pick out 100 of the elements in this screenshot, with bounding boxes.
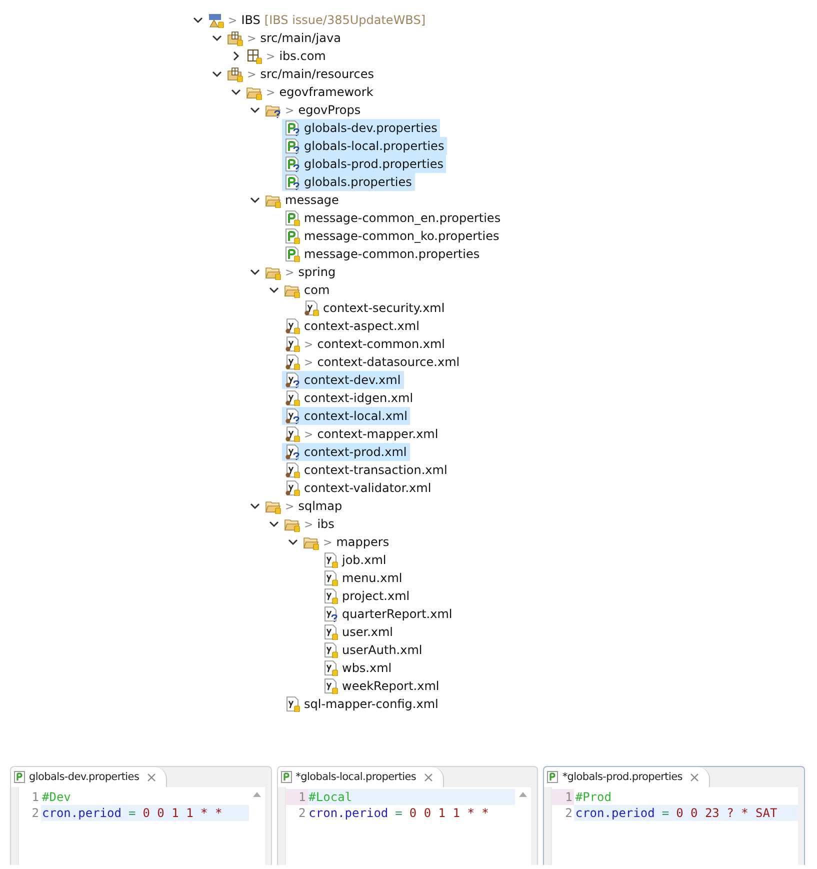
editor-tab[interactable]: *globals-local.properties — [278, 767, 444, 787]
change-marker: > — [247, 68, 256, 80]
properties-file-icon — [284, 210, 300, 226]
xml-file-icon — [284, 696, 300, 712]
close-icon[interactable] — [690, 772, 700, 782]
line-number: 2 — [552, 805, 574, 821]
properties-file-icon — [284, 246, 300, 262]
xml-file-icon — [284, 390, 300, 406]
properties-file-icon — [547, 771, 558, 783]
xml-file-icon — [322, 552, 338, 568]
package-icon — [246, 48, 262, 64]
tree-item[interactable]: globals-prod.properties — [282, 155, 446, 173]
xml-file-icon — [322, 588, 338, 604]
tree-item[interactable]: userAuth.xml — [320, 641, 426, 659]
code-line: #Dev — [41, 790, 71, 804]
xml-file-icon — [284, 354, 300, 370]
change-marker: > — [323, 536, 332, 548]
tree-item[interactable]: message-common.properties — [282, 245, 483, 263]
xml-file-icon — [322, 678, 338, 694]
tree-item[interactable]: message-common_en.properties — [282, 209, 504, 227]
chevron-right-icon[interactable] — [231, 51, 241, 61]
editor-tab[interactable]: globals-dev.properties — [11, 767, 168, 787]
tree-item[interactable]: com — [282, 281, 333, 299]
tree-item[interactable]: weekReport.xml — [320, 677, 442, 695]
tree-item[interactable]: context-dev.xml — [282, 371, 404, 389]
close-icon[interactable] — [424, 772, 434, 782]
tree-item[interactable]: > src/main/resources — [225, 65, 377, 83]
tree-item[interactable]: > sqlmap — [263, 497, 346, 515]
change-marker: > — [247, 32, 256, 44]
tree-item[interactable]: user.xml — [320, 623, 396, 641]
xml-file-icon — [284, 444, 300, 460]
tree-item[interactable]: > mappers — [301, 533, 392, 551]
change-marker: > — [304, 338, 314, 350]
tree-item[interactable]: > spring — [263, 263, 339, 281]
tree-item[interactable]: > egovframework — [244, 83, 376, 101]
xml-file-icon — [284, 372, 300, 388]
tree-item[interactable]: job.xml — [320, 551, 390, 569]
xml-file-icon — [284, 336, 300, 352]
source-folder-icon — [227, 66, 243, 82]
tree-item[interactable]: globals-local.properties — [282, 137, 448, 155]
tree-item[interactable]: context-prod.xml — [282, 443, 410, 461]
tree-item[interactable]: quarterReport.xml — [320, 605, 456, 623]
code-line: #Local — [308, 790, 352, 804]
code-line: cron.period = 0 0 23 ? * SAT — [574, 806, 778, 820]
properties-file-icon — [284, 156, 300, 172]
tree-item[interactable]: menu.xml — [320, 569, 406, 587]
code-line: #Prod — [574, 790, 612, 804]
tree-item[interactable]: > ibs.com — [244, 47, 329, 65]
tree-item[interactable]: message-common_ko.properties — [282, 227, 502, 245]
change-marker: > — [285, 104, 294, 116]
properties-file-icon — [284, 228, 300, 244]
tree-item[interactable]: project.xml — [320, 587, 413, 605]
properties-file-icon — [280, 771, 292, 783]
tree-item[interactable]: context-transaction.xml — [282, 461, 450, 479]
properties-file-icon — [14, 771, 25, 783]
xml-file-icon — [284, 318, 300, 334]
close-icon[interactable] — [147, 772, 156, 782]
tree-item[interactable]: globals-dev.properties — [282, 119, 440, 137]
change-marker: > — [266, 86, 276, 98]
tree-item[interactable]: context-aspect.xml — [282, 317, 422, 335]
xml-file-icon — [284, 408, 300, 424]
code-line: cron.period = 0 0 1 1 * * — [308, 806, 489, 820]
tree-item[interactable]: > src/main/java — [225, 29, 344, 47]
tree-item[interactable]: > context-common.xml — [282, 335, 448, 353]
tree-item[interactable]: > context-mapper.xml — [282, 425, 442, 443]
xml-file-icon — [322, 606, 338, 622]
xml-file-icon — [322, 642, 338, 658]
change-marker: > — [285, 266, 294, 278]
tree-item[interactable]: message — [263, 191, 342, 209]
branch-label: [IBS issue/385UpdateWBS] — [264, 13, 426, 27]
change-marker: > — [266, 50, 276, 62]
properties-file-icon — [284, 120, 300, 136]
tree-item[interactable]: context-local.xml — [282, 407, 410, 425]
change-marker: > — [304, 518, 314, 530]
tree-item[interactable]: > IBS [IBS issue/385UpdateWBS] — [206, 11, 428, 29]
tree-item[interactable]: > ibs — [282, 515, 338, 533]
tree-item[interactable]: globals.properties — [282, 173, 415, 191]
line-number: 2 — [19, 805, 41, 821]
properties-file-icon — [284, 174, 300, 190]
change-marker: > — [304, 428, 314, 440]
tree-item[interactable]: wbs.xml — [320, 659, 395, 677]
project-icon — [208, 12, 224, 28]
xml-file-icon — [284, 480, 300, 496]
tree-item[interactable]: > context-datasource.xml — [282, 353, 463, 371]
line-number: 1 — [552, 789, 574, 805]
editor-tab[interactable]: *globals-prod.properties — [544, 767, 710, 787]
source-folder-icon — [227, 30, 243, 46]
change-marker: > — [228, 14, 238, 26]
tree-item[interactable]: sql-mapper-config.xml — [282, 695, 442, 713]
change-marker: > — [304, 356, 314, 368]
tree-item[interactable]: > egovProps — [263, 101, 364, 119]
chevron-down-icon[interactable] — [250, 195, 260, 205]
xml-file-icon — [284, 426, 300, 442]
code-line: cron.period = 0 0 1 1 * * — [41, 806, 222, 820]
tree-item[interactable]: context-security.xml — [301, 299, 448, 317]
tree-item[interactable]: context-validator.xml — [282, 479, 434, 497]
tree-item[interactable]: context-idgen.xml — [282, 389, 416, 407]
xml-file-icon — [322, 624, 338, 640]
properties-file-icon — [284, 138, 300, 154]
line-number: 1 — [286, 789, 308, 805]
